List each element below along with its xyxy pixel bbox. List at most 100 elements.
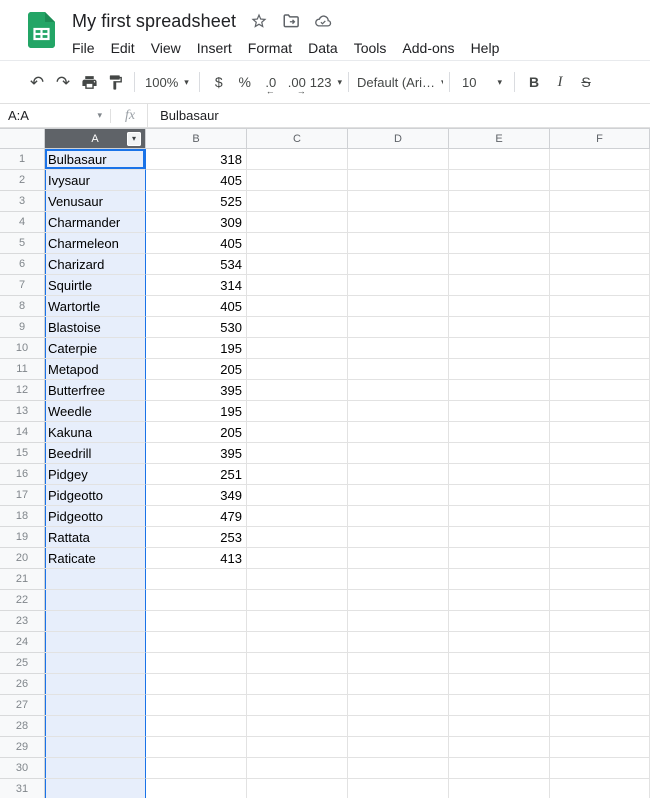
cell-F23[interactable] <box>550 611 650 632</box>
row-header-15[interactable]: 15 <box>0 443 45 464</box>
font-size-select[interactable]: 10▾ <box>456 69 508 95</box>
cell-B5[interactable]: 405 <box>146 233 247 254</box>
cell-D11[interactable] <box>348 359 449 380</box>
cell-F13[interactable] <box>550 401 650 422</box>
cell-D19[interactable] <box>348 527 449 548</box>
cell-B3[interactable]: 525 <box>146 191 247 212</box>
cell-B19[interactable]: 253 <box>146 527 247 548</box>
row-header-7[interactable]: 7 <box>0 275 45 296</box>
row-header-29[interactable]: 29 <box>0 737 45 758</box>
cell-D12[interactable] <box>348 380 449 401</box>
column-header-D[interactable]: D <box>348 128 449 149</box>
bold-button[interactable]: B <box>521 69 547 95</box>
menu-add-ons[interactable]: Add-ons <box>394 37 462 59</box>
cell-C8[interactable] <box>247 296 348 317</box>
cell-E12[interactable] <box>449 380 550 401</box>
cell-E13[interactable] <box>449 401 550 422</box>
cell-F24[interactable] <box>550 632 650 653</box>
cell-A12[interactable]: Butterfree <box>45 380 146 401</box>
cell-C16[interactable] <box>247 464 348 485</box>
cell-E29[interactable] <box>449 737 550 758</box>
cell-C21[interactable] <box>247 569 348 590</box>
zoom-select[interactable]: 100%▾ <box>141 69 193 95</box>
cell-C20[interactable] <box>247 548 348 569</box>
cell-B9[interactable]: 530 <box>146 317 247 338</box>
cell-F17[interactable] <box>550 485 650 506</box>
row-header-9[interactable]: 9 <box>0 317 45 338</box>
cell-A14[interactable]: Kakuna <box>45 422 146 443</box>
menu-data[interactable]: Data <box>300 37 346 59</box>
cell-F25[interactable] <box>550 653 650 674</box>
cell-F7[interactable] <box>550 275 650 296</box>
cell-C9[interactable] <box>247 317 348 338</box>
cell-B7[interactable]: 314 <box>146 275 247 296</box>
cell-B18[interactable]: 479 <box>146 506 247 527</box>
cell-C2[interactable] <box>247 170 348 191</box>
star-icon[interactable] <box>250 12 268 30</box>
cell-B6[interactable]: 534 <box>146 254 247 275</box>
cloud-check-icon[interactable] <box>314 12 332 30</box>
cell-B17[interactable]: 349 <box>146 485 247 506</box>
cell-E14[interactable] <box>449 422 550 443</box>
cell-F22[interactable] <box>550 590 650 611</box>
cell-F9[interactable] <box>550 317 650 338</box>
cell-E11[interactable] <box>449 359 550 380</box>
cell-D15[interactable] <box>348 443 449 464</box>
cell-F21[interactable] <box>550 569 650 590</box>
cell-D14[interactable] <box>348 422 449 443</box>
cell-A10[interactable]: Caterpie <box>45 338 146 359</box>
cell-C15[interactable] <box>247 443 348 464</box>
cell-C31[interactable] <box>247 779 348 798</box>
cell-B31[interactable] <box>146 779 247 798</box>
increase-decimal-button[interactable]: .00→ <box>284 69 310 95</box>
cell-F26[interactable] <box>550 674 650 695</box>
cell-D2[interactable] <box>348 170 449 191</box>
cell-C28[interactable] <box>247 716 348 737</box>
cell-A26[interactable] <box>45 674 146 695</box>
cell-F11[interactable] <box>550 359 650 380</box>
print-icon[interactable] <box>76 69 102 95</box>
cell-E2[interactable] <box>449 170 550 191</box>
cell-C7[interactable] <box>247 275 348 296</box>
row-header-17[interactable]: 17 <box>0 485 45 506</box>
cell-A18[interactable]: Pidgeotto <box>45 506 146 527</box>
select-all-corner[interactable] <box>0 128 45 149</box>
cell-F4[interactable] <box>550 212 650 233</box>
cell-A21[interactable] <box>45 569 146 590</box>
row-header-13[interactable]: 13 <box>0 401 45 422</box>
cell-B23[interactable] <box>146 611 247 632</box>
cell-F12[interactable] <box>550 380 650 401</box>
cell-D22[interactable] <box>348 590 449 611</box>
cell-D30[interactable] <box>348 758 449 779</box>
cell-A20[interactable]: Raticate <box>45 548 146 569</box>
cell-E3[interactable] <box>449 191 550 212</box>
cell-C23[interactable] <box>247 611 348 632</box>
row-header-28[interactable]: 28 <box>0 716 45 737</box>
paint-format-icon[interactable] <box>102 69 128 95</box>
cell-B21[interactable] <box>146 569 247 590</box>
cell-A22[interactable] <box>45 590 146 611</box>
cell-C3[interactable] <box>247 191 348 212</box>
row-header-18[interactable]: 18 <box>0 506 45 527</box>
cell-F1[interactable] <box>550 149 650 170</box>
cell-D1[interactable] <box>348 149 449 170</box>
cell-E21[interactable] <box>449 569 550 590</box>
cell-D13[interactable] <box>348 401 449 422</box>
cell-B26[interactable] <box>146 674 247 695</box>
format-percent-button[interactable]: % <box>232 69 258 95</box>
row-header-27[interactable]: 27 <box>0 695 45 716</box>
cell-A11[interactable]: Metapod <box>45 359 146 380</box>
column-header-B[interactable]: B <box>146 128 247 149</box>
cell-B11[interactable]: 205 <box>146 359 247 380</box>
cell-D16[interactable] <box>348 464 449 485</box>
cell-D28[interactable] <box>348 716 449 737</box>
cell-A28[interactable] <box>45 716 146 737</box>
cell-A7[interactable]: Squirtle <box>45 275 146 296</box>
cell-A1[interactable]: Bulbasaur <box>45 149 146 170</box>
cell-C10[interactable] <box>247 338 348 359</box>
cell-A30[interactable] <box>45 758 146 779</box>
cell-F16[interactable] <box>550 464 650 485</box>
document-title[interactable]: My first spreadsheet <box>72 11 236 32</box>
cell-F14[interactable] <box>550 422 650 443</box>
cell-E7[interactable] <box>449 275 550 296</box>
